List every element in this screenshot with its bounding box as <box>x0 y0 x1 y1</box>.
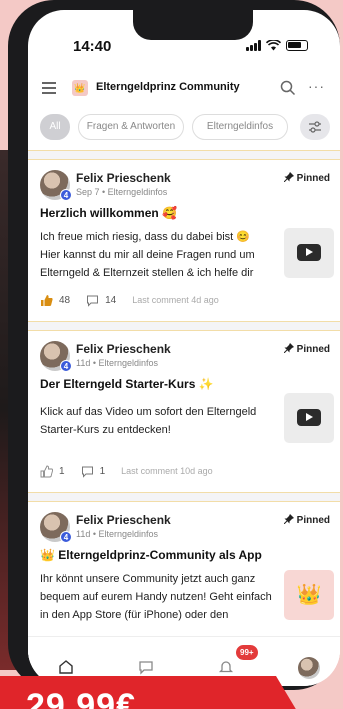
profile-avatar[interactable] <box>298 657 320 679</box>
phone-frame: 14:40 👑 Elterngeldprinz Community ··· Al… <box>8 0 340 690</box>
community-title[interactable]: Elterngeldprinz Community <box>96 81 240 93</box>
pin-icon <box>283 172 294 182</box>
menu-icon[interactable] <box>42 82 56 94</box>
crown-thumbnail[interactable]: 👑 <box>284 570 334 620</box>
video-thumbnail[interactable] <box>284 228 334 278</box>
post-header: 4 Felix Prieschenk 11d • Elterngeldinfos… <box>40 341 330 372</box>
post-footer: 1 1 Last comment 10d ago <box>40 463 213 479</box>
post-author[interactable]: Felix Prieschenk <box>76 513 171 527</box>
post-body[interactable]: Ihr könnt unsere Community jetzt auch ga… <box>40 570 272 624</box>
post-title[interactable]: 👑 Elterngeldprinz-Community als App <box>40 548 262 562</box>
post-author[interactable]: Felix Prieschenk <box>76 171 171 185</box>
post-card[interactable]: 4 Felix Prieschenk Sep 7 • Elterngeldinf… <box>28 160 340 321</box>
like-icon[interactable] <box>40 294 53 307</box>
home-icon[interactable] <box>58 659 74 675</box>
bell-icon[interactable] <box>218 659 234 675</box>
feed-divider <box>28 321 340 331</box>
like-count: 1 <box>59 465 65 477</box>
post-body[interactable]: Klick auf das Video um sofort den Eltern… <box>40 403 272 439</box>
chip-elterngeldinfos[interactable]: Elterngeldinfos <box>192 114 288 140</box>
last-comment: Last comment 10d ago <box>121 466 213 476</box>
level-badge: 4 <box>60 189 72 201</box>
post-title[interactable]: Herzlich willkommen 🥰 <box>40 206 177 220</box>
pinned-text: Pinned <box>296 344 330 355</box>
price-label: 29,99€ <box>26 687 136 709</box>
search-icon[interactable] <box>280 80 296 96</box>
post-meta: Sep 7 • Elterngeldinfos <box>76 187 168 197</box>
level-badge: 4 <box>60 531 72 543</box>
comment-count: 1 <box>99 465 106 477</box>
filter-settings-icon[interactable] <box>300 114 330 140</box>
post-title[interactable]: Der Elterngeld Starter-Kurs ✨ <box>40 377 214 391</box>
post-meta: 11d • Elterngeldinfos <box>76 529 159 539</box>
comment-count: 14 <box>105 294 117 306</box>
community-logo: 👑 <box>72 80 88 96</box>
play-icon <box>297 244 321 261</box>
battery-icon <box>286 40 308 51</box>
signal-icon <box>246 40 261 51</box>
pin-icon <box>283 514 294 524</box>
like-icon[interactable] <box>40 465 53 478</box>
chat-icon[interactable] <box>138 659 154 675</box>
post-feed: 4 Felix Prieschenk Sep 7 • Elterngeldinf… <box>28 150 340 663</box>
pinned-label: Pinned <box>283 514 330 526</box>
chip-all[interactable]: All <box>40 114 70 140</box>
post-card[interactable]: 4 Felix Prieschenk 11d • Elterngeldinfos… <box>28 331 340 492</box>
status-icons <box>246 40 308 51</box>
post-header: 4 Felix Prieschenk 11d • Elterngeldinfos… <box>40 512 330 543</box>
post-body[interactable]: Ich freue mich riesig, dass du dabei bis… <box>40 228 272 282</box>
last-comment: Last comment 4d ago <box>132 295 219 305</box>
comment-icon[interactable] <box>86 294 99 307</box>
notification-badge: 99+ <box>236 645 258 660</box>
level-badge: 4 <box>60 360 72 372</box>
pinned-label: Pinned <box>283 172 330 184</box>
like-count: 48 <box>59 294 71 306</box>
pinned-text: Pinned <box>296 515 330 526</box>
top-bar: 👑 Elterngeldprinz Community ··· <box>28 70 340 108</box>
comment-icon[interactable] <box>81 465 94 478</box>
filter-chips: All Fragen & Antworten Elterngeldinfos <box>28 114 340 146</box>
app-screen: 14:40 👑 Elterngeldprinz Community ··· Al… <box>28 10 340 686</box>
post-meta: 11d • Elterngeldinfos <box>76 358 159 368</box>
feed-divider <box>28 150 340 160</box>
post-header: 4 Felix Prieschenk Sep 7 • Elterngeldinf… <box>40 170 330 201</box>
play-icon <box>297 409 321 426</box>
post-footer: 48 14 Last comment 4d ago <box>40 292 219 308</box>
video-thumbnail[interactable] <box>284 393 334 443</box>
feed-divider <box>28 492 340 502</box>
status-bar: 14:40 <box>28 34 340 58</box>
pinned-text: Pinned <box>296 173 330 184</box>
post-author[interactable]: Felix Prieschenk <box>76 342 171 356</box>
status-time: 14:40 <box>73 38 112 55</box>
pin-icon <box>283 343 294 353</box>
wifi-icon <box>266 40 281 51</box>
chip-fragen-antworten[interactable]: Fragen & Antworten <box>78 114 184 140</box>
pinned-label: Pinned <box>283 343 330 355</box>
more-icon[interactable]: ··· <box>308 78 325 94</box>
